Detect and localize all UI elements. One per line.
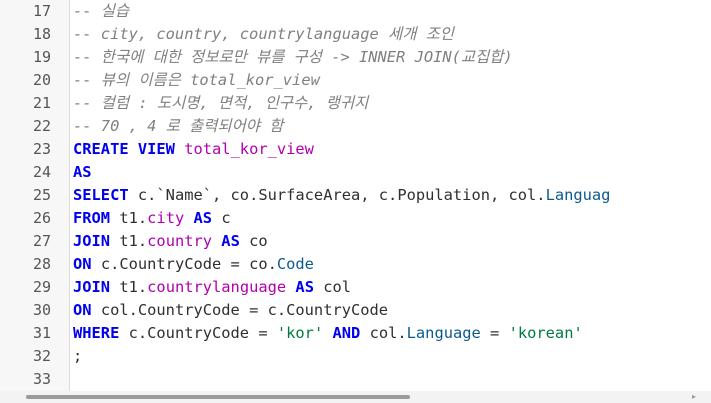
line-text: JOIN t1.countrylanguage AS col — [73, 276, 351, 299]
code-line[interactable]: 33 — [0, 368, 711, 391]
code-line[interactable]: 22 -- 70 , 4 로 출력되어야 함 — [0, 115, 711, 138]
code-token-st: 'korean' — [508, 324, 583, 342]
line-number: 23 — [32, 140, 51, 158]
code-token-pl: col.CountryCode = c.CountryCode — [100, 301, 389, 319]
line-number: 33 — [32, 370, 51, 388]
code-token-kw: ON — [73, 301, 101, 319]
code-line[interactable]: 17 -- 실습 — [0, 0, 711, 23]
line-number: 27 — [32, 232, 51, 250]
line-text: AS — [73, 161, 92, 184]
code-token-nm: country — [147, 232, 213, 250]
code-token-st: 'kor' — [276, 324, 324, 342]
line-text: ON c.CountryCode = co.Code — [73, 253, 314, 276]
code-token-pl: co — [249, 232, 268, 250]
code-line[interactable]: 27 JOIN t1.country AS co — [0, 230, 711, 253]
line-text: -- 컬럼 : 도시명, 면적, 인구수, 랭귀지 — [73, 92, 368, 115]
line-number: 19 — [32, 48, 51, 66]
code-token-cm: -- 뷰의 이름은 total_kor_view — [73, 71, 320, 89]
code-token-cm: -- 실습 — [73, 2, 130, 20]
code-line[interactable]: 25 SELECT c.`Name`, co.SurfaceArea, c.Pop… — [0, 184, 711, 207]
code-token-pl: t1. — [119, 278, 148, 296]
code-token-pl: t1. — [119, 209, 148, 227]
line-number: 18 — [32, 25, 51, 43]
code-token-cm: -- 한국에 대한 정보로만 뷰를 구성 -> INNER JOIN(교집합) — [73, 48, 513, 66]
code-line[interactable]: 18 -- city, country, countrylanguage 세개 조… — [0, 23, 711, 46]
code-line[interactable]: 28 ON c.CountryCode = co.Code — [0, 253, 711, 276]
code-token-kw: WHERE — [73, 324, 129, 342]
scroll-right-arrow-icon[interactable]: ▸ — [692, 393, 702, 401]
code-token-kw: AS — [184, 209, 222, 227]
line-text: ; — [73, 345, 82, 368]
line-number: 32 — [32, 347, 51, 365]
scrollbar-thumb[interactable] — [26, 395, 410, 399]
code-token-nm: city — [147, 209, 185, 227]
code-token-cm: -- 70 , 4 로 출력되어야 함 — [73, 117, 284, 135]
code-token-cm: -- city, country, countrylanguage 세개 조인 — [73, 25, 454, 43]
code-token-fd: Languag — [545, 186, 611, 204]
code-token-pl: = — [480, 324, 509, 342]
line-text: JOIN t1.country AS co — [73, 230, 268, 253]
code-token-kw: AS — [73, 163, 92, 181]
code-token-kw: ON — [73, 255, 101, 273]
line-text: -- city, country, countrylanguage 세개 조인 — [73, 23, 454, 46]
line-text: -- 뷰의 이름은 total_kor_view — [73, 69, 320, 92]
line-number: 21 — [32, 94, 51, 112]
code-token-pl: c.CountryCode = — [128, 324, 277, 342]
line-number: 24 — [32, 163, 51, 181]
line-text: SELECT c.`Name`, co.SurfaceArea, c.Popul… — [73, 184, 610, 207]
code-line[interactable]: 23 CREATE VIEW total_kor_view — [0, 138, 711, 161]
code-token-nm: countrylanguage — [147, 278, 287, 296]
code-token-nm: total_kor_view — [184, 140, 314, 158]
code-token-kw: AS — [212, 232, 250, 250]
line-number: 28 — [32, 255, 51, 273]
code-token-pl: col. — [369, 324, 407, 342]
code-line[interactable]: 32; — [0, 345, 711, 368]
code-token-kw: FROM — [73, 209, 120, 227]
code-line[interactable]: 19 -- 한국에 대한 정보로만 뷰를 구성 -> INNER JOIN(교집합… — [0, 46, 711, 69]
code-line[interactable]: 30 ON col.CountryCode = c.CountryCode — [0, 299, 711, 322]
sql-editor[interactable]: 17 -- 실습 18 -- city, country, countrylangua… — [0, 0, 711, 391]
line-text: CREATE VIEW total_kor_view — [73, 138, 314, 161]
code-line[interactable]: 24 AS — [0, 161, 711, 184]
code-line[interactable]: 20 -- 뷰의 이름은 total_kor_view — [0, 69, 711, 92]
horizontal-scrollbar[interactable]: ▸ — [0, 391, 711, 403]
line-number: 25 — [32, 186, 51, 204]
code-line[interactable]: 21 -- 컬럼 : 도시명, 면적, 인구수, 랭귀지 — [0, 92, 711, 115]
line-number: 30 — [32, 301, 51, 319]
code-token-fd: Code — [276, 255, 314, 273]
line-text: ON col.CountryCode = c.CountryCode — [73, 299, 388, 322]
code-token-kw: JOIN — [73, 232, 120, 250]
code-token-kw: JOIN — [73, 278, 120, 296]
code-token-kw: AND — [323, 324, 370, 342]
line-number: 26 — [32, 209, 51, 227]
code-token-kw: CREATE VIEW — [73, 140, 185, 158]
line-number: 20 — [32, 71, 51, 89]
code-line[interactable]: 29 JOIN t1.countrylanguage AS col — [0, 276, 711, 299]
line-text: FROM t1.city AS c — [73, 207, 231, 230]
code-token-pl: t1. — [119, 232, 148, 250]
line-text: WHERE c.CountryCode = 'kor' AND col.Lang… — [73, 322, 583, 345]
code-line[interactable]: 26 FROM t1.city AS c — [0, 207, 711, 230]
code-token-pl: c — [221, 209, 231, 227]
code-token-kw: SELECT — [73, 186, 138, 204]
line-text: -- 70 , 4 로 출력되어야 함 — [73, 115, 283, 138]
code-token-fd: Language — [406, 324, 481, 342]
code-token-pl: c.`Name`, co.SurfaceArea, c.Population, … — [137, 186, 546, 204]
code-token-kw: AS — [286, 278, 324, 296]
line-text: -- 실습 — [73, 0, 129, 23]
line-number: 22 — [32, 117, 51, 135]
code-token-cm: -- 컬럼 : 도시명, 면적, 인구수, 랭귀지 — [73, 94, 369, 112]
code-token-op: ; — [73, 347, 83, 365]
line-number: 31 — [32, 324, 51, 342]
line-number: 17 — [32, 2, 51, 20]
code-token-pl: col — [323, 278, 352, 296]
code-line[interactable]: 31 WHERE c.CountryCode = 'kor' AND col.La… — [0, 322, 711, 345]
code-token-pl: c.CountryCode = co. — [100, 255, 277, 273]
line-text: -- 한국에 대한 정보로만 뷰를 구성 -> INNER JOIN(교집합) — [73, 46, 513, 69]
line-number: 29 — [32, 278, 51, 296]
